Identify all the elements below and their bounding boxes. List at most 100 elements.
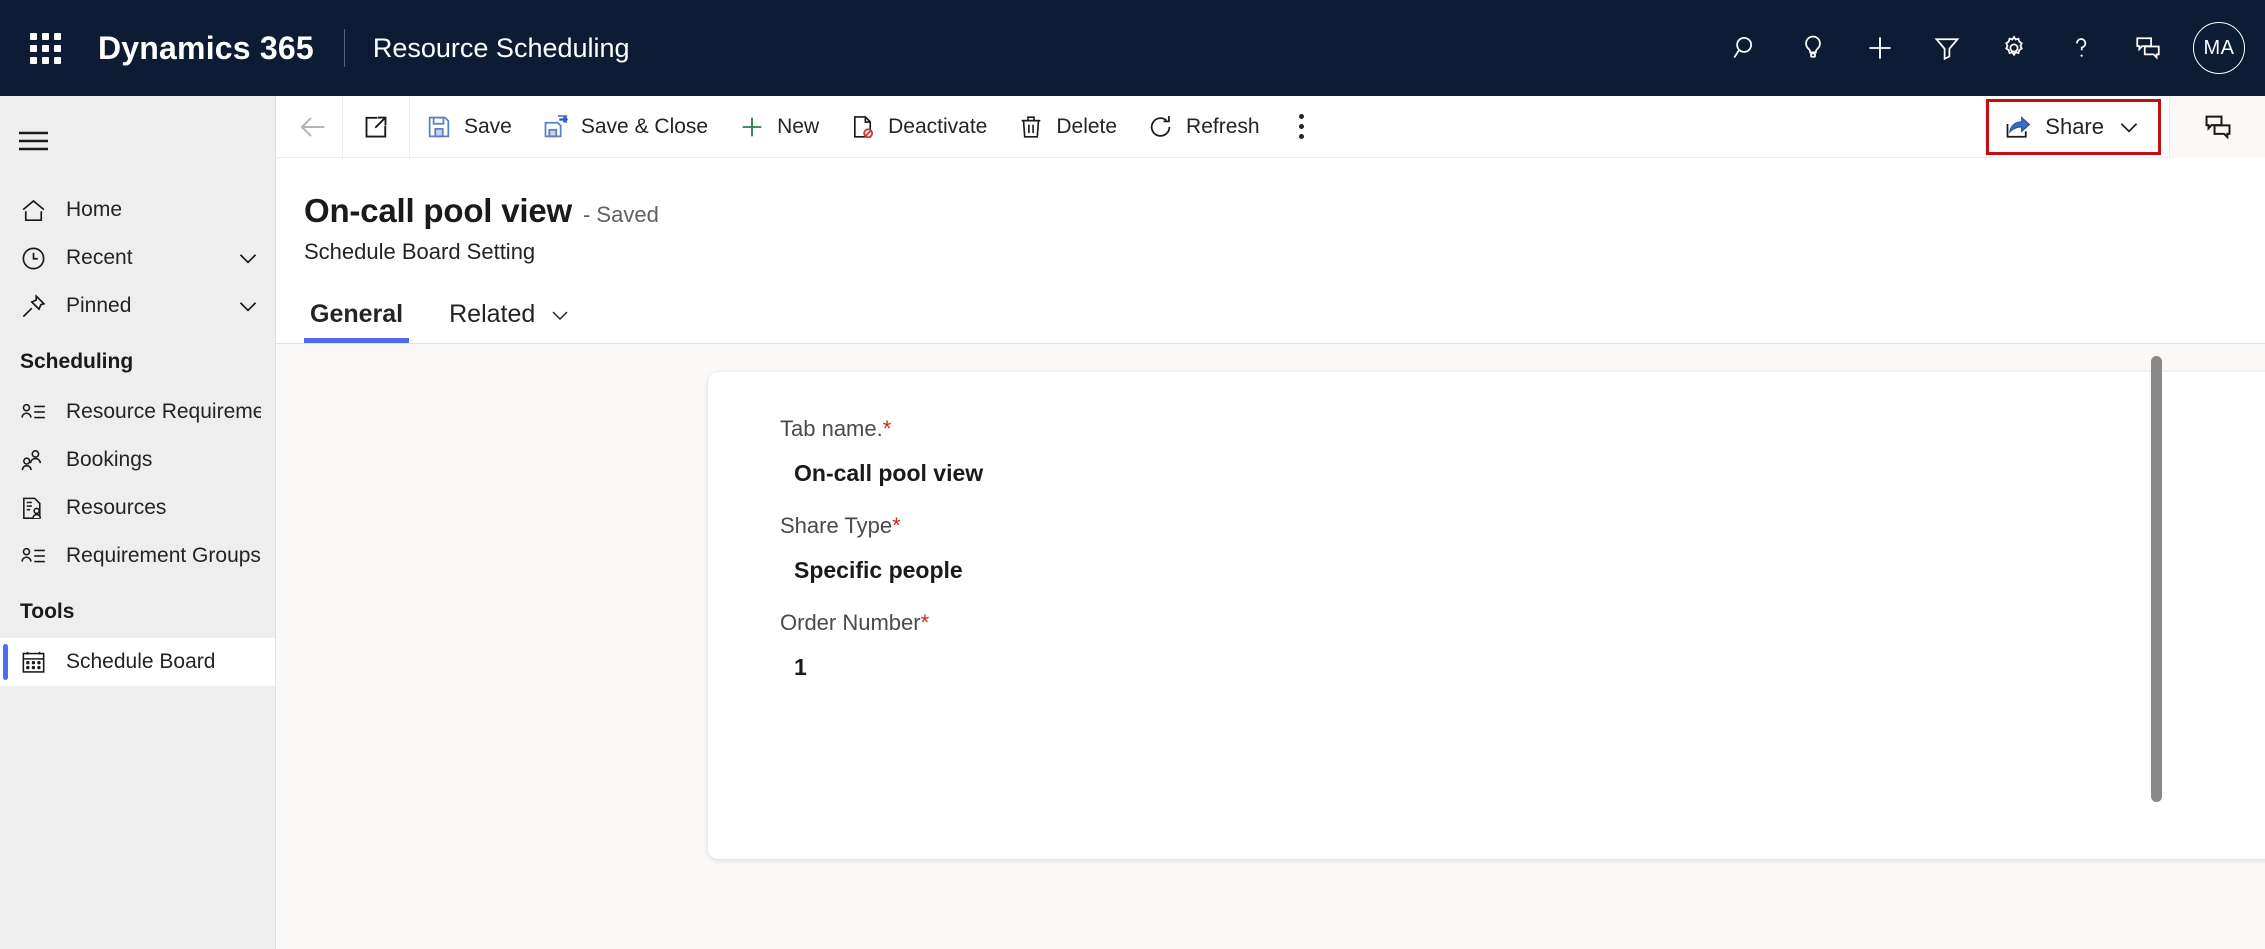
sidebar-item-home[interactable]: Home xyxy=(0,186,275,234)
field-label-text: Share Type xyxy=(780,513,893,538)
form-tabs: General Related xyxy=(304,287,2265,343)
question-icon xyxy=(2075,38,2086,57)
record-header: On-call pool view - Saved Schedule Board… xyxy=(276,158,2265,344)
document-person-icon xyxy=(0,494,66,523)
deactivate-button[interactable]: Deactivate xyxy=(834,97,1002,157)
app-name[interactable]: Resource Scheduling xyxy=(373,33,630,64)
sidebar-toggle-button[interactable] xyxy=(2,110,68,172)
sidebar-item-label: Resource Requireme... xyxy=(66,400,261,423)
chevron-down-icon[interactable] xyxy=(548,303,572,327)
sidebar-item-recent[interactable]: Recent xyxy=(0,234,275,282)
delete-button[interactable]: Delete xyxy=(1002,97,1132,157)
sidebar-item-bookings[interactable]: Bookings xyxy=(0,436,275,484)
sidebar-item-schedule-board[interactable]: Schedule Board xyxy=(0,638,275,686)
chevron-down-icon[interactable] xyxy=(2116,114,2142,140)
feedback-icon xyxy=(2135,37,2160,60)
refresh-icon xyxy=(1150,115,1171,137)
pin-icon xyxy=(0,292,66,321)
help-button[interactable] xyxy=(2047,16,2114,80)
tab-related-label: Related xyxy=(449,300,536,328)
trash-icon xyxy=(1022,115,1041,138)
tab-general[interactable]: General xyxy=(304,300,410,343)
sidebar-item-resource-requirements[interactable]: Resource Requireme... xyxy=(0,388,275,436)
save-button-label: Save xyxy=(464,114,512,138)
app-launcher-button[interactable] xyxy=(14,17,76,79)
more-commands-button[interactable] xyxy=(1275,97,1329,157)
deactivate-icon xyxy=(854,115,874,138)
people-icon xyxy=(0,446,66,475)
form-card: Tab name.* On-call pool view Share Type*… xyxy=(708,372,2265,859)
form-scrollbar[interactable] xyxy=(2151,356,2162,937)
open-in-new-window-button[interactable] xyxy=(343,97,409,157)
sidebar-item-label: Resources xyxy=(66,496,167,519)
field-order-number: Order Number* 1 xyxy=(780,610,2265,681)
sidebar-item-pinned[interactable]: Pinned xyxy=(0,282,275,330)
sidebar-item-resources[interactable]: Resources xyxy=(0,484,275,532)
command-bar: Save Save & Close New Deactivate Delete … xyxy=(276,95,2265,158)
clock-icon xyxy=(0,244,66,273)
field-label: Order Number* xyxy=(780,610,2265,636)
hamburger-menu-icon xyxy=(19,131,48,151)
person-list-icon xyxy=(0,542,66,571)
record-title-row: On-call pool view - Saved xyxy=(304,192,2265,230)
field-label-text: Order Number xyxy=(780,610,921,635)
field-label: Share Type* xyxy=(780,513,2265,539)
deactivate-button-label: Deactivate xyxy=(888,114,988,138)
required-marker: * xyxy=(882,416,892,441)
header-actions xyxy=(1712,16,2181,80)
sidebar-item-label: Schedule Board xyxy=(66,650,216,673)
refresh-button[interactable]: Refresh xyxy=(1132,97,1275,157)
header-divider xyxy=(343,29,345,67)
sidebar: Home Recent Pinned Scheduling Resource R… xyxy=(0,96,276,949)
lightbulb-icon xyxy=(1804,35,1821,58)
save-status: - Saved xyxy=(582,202,659,227)
main-content: Save Save & Close New Deactivate Delete … xyxy=(276,95,2265,949)
form-scrollbar-thumb[interactable] xyxy=(2151,356,2162,802)
chevron-down-icon[interactable] xyxy=(227,245,261,271)
settings-button[interactable] xyxy=(1980,16,2047,80)
field-label: Tab name.* xyxy=(780,416,2265,442)
plus-icon xyxy=(1868,37,1891,59)
new-button-label: New xyxy=(777,114,820,138)
field-value-tab-name[interactable]: On-call pool view xyxy=(780,460,2265,487)
search-button[interactable] xyxy=(1712,16,1779,80)
back-button[interactable] xyxy=(284,97,342,157)
share-icon xyxy=(2006,115,2031,138)
sidebar-item-label: Pinned xyxy=(66,294,132,317)
back-arrow-icon xyxy=(300,116,325,137)
chat-button[interactable] xyxy=(2170,95,2265,158)
field-value-order-number[interactable]: 1 xyxy=(780,654,2265,681)
calendar-icon xyxy=(0,648,66,677)
brand-title[interactable]: Dynamics 365 xyxy=(98,30,314,67)
save-button[interactable]: Save xyxy=(410,97,527,157)
app-launcher-icon xyxy=(29,32,61,64)
required-marker: * xyxy=(920,610,930,635)
share-button[interactable]: Share xyxy=(1986,98,2161,155)
plus-icon xyxy=(742,117,762,136)
search-icon xyxy=(1733,37,1752,58)
feedback-button[interactable] xyxy=(2114,16,2181,80)
tab-general-label: General xyxy=(310,300,404,328)
required-marker: * xyxy=(892,513,901,538)
sidebar-item-label: Bookings xyxy=(66,448,153,471)
avatar[interactable]: MA xyxy=(2193,22,2245,74)
filter-button[interactable] xyxy=(1913,16,1980,80)
page-title: On-call pool view xyxy=(304,192,572,229)
app-header: Dynamics 365 Resource Scheduling MA xyxy=(0,0,2265,96)
quick-create-button[interactable] xyxy=(1846,16,1913,80)
field-share-type: Share Type* Specific people xyxy=(780,513,2265,584)
tab-related[interactable]: Related xyxy=(443,300,578,343)
sidebar-group-tools: Tools xyxy=(20,600,75,623)
chevron-down-icon[interactable] xyxy=(227,293,261,319)
save-and-close-button-label: Save & Close xyxy=(580,114,709,138)
save-and-close-button[interactable]: Save & Close xyxy=(527,97,723,157)
form-body: Tab name.* On-call pool view Share Type*… xyxy=(276,344,2265,949)
sidebar-item-requirement-groups[interactable]: Requirement Groups xyxy=(0,532,275,580)
ideas-button[interactable] xyxy=(1779,16,1846,80)
sidebar-item-label: Recent xyxy=(66,246,133,269)
sidebar-group-scheduling: Scheduling xyxy=(20,350,134,373)
home-icon xyxy=(0,196,66,225)
new-button[interactable]: New xyxy=(723,97,834,157)
field-value-share-type[interactable]: Specific people xyxy=(780,557,2265,584)
field-label-text: Tab name. xyxy=(780,416,883,441)
